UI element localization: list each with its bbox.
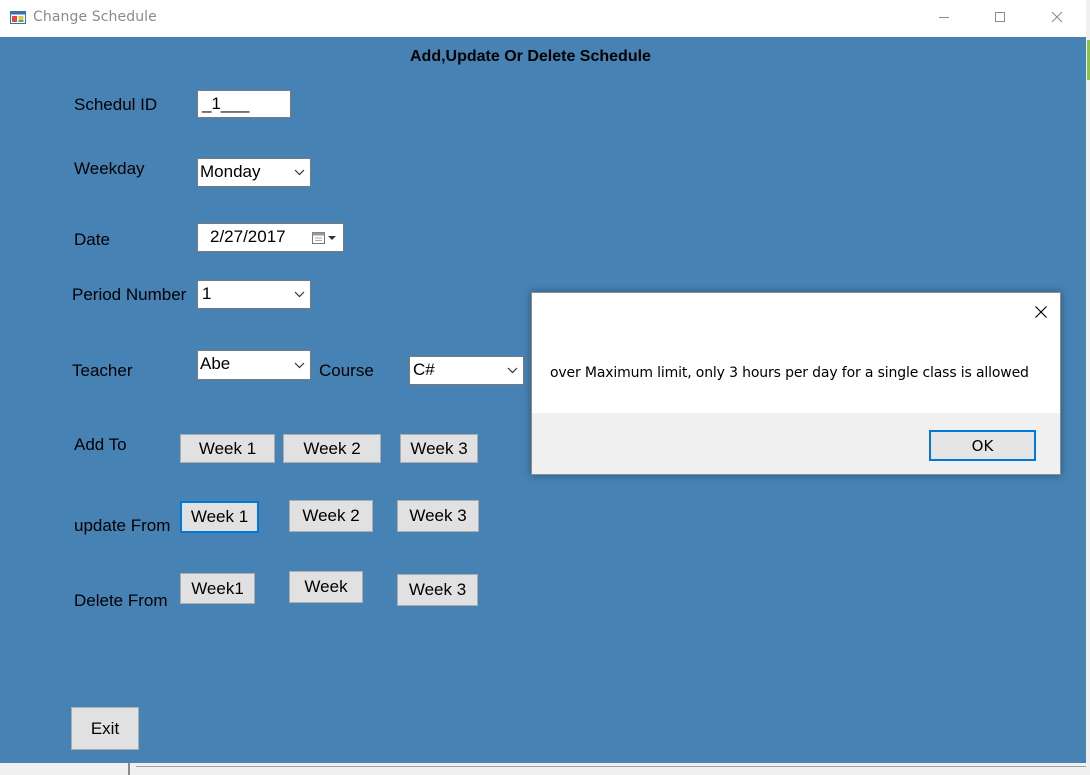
delete-from-label: Delete From [74, 591, 168, 610]
add-week-2-button[interactable]: Week 2 [283, 434, 381, 463]
backdrop-bottom-strip [0, 763, 1090, 775]
date-label: Date [74, 230, 110, 249]
app-icon [10, 9, 26, 25]
date-value: 2/27/2017 [210, 227, 286, 246]
weekday-select[interactable]: Monday [197, 158, 311, 187]
period-number-select[interactable]: 1 [197, 280, 311, 309]
weekday-label: Weekday [74, 159, 145, 178]
minimize-button[interactable] [916, 0, 972, 34]
course-value: C# [413, 360, 435, 379]
date-picker[interactable]: 2/27/2017 [197, 223, 344, 252]
dialog-close-button[interactable] [1031, 302, 1051, 322]
chevron-down-icon [292, 159, 306, 186]
delete-week-1-button[interactable]: Week1 [180, 573, 255, 604]
chevron-down-icon [505, 357, 519, 384]
period-number-value: 1 [202, 284, 212, 303]
course-select[interactable]: C# [409, 356, 524, 385]
add-to-label: Add To [74, 435, 127, 454]
chevron-down-icon [292, 351, 306, 379]
course-label: Course [319, 361, 374, 380]
close-icon [1035, 306, 1047, 318]
ok-button[interactable]: OK [929, 430, 1036, 461]
close-button[interactable] [1029, 0, 1085, 34]
window-title: Change Schedule [33, 9, 157, 25]
maximize-button[interactable] [972, 0, 1028, 34]
backdrop-border [136, 766, 1086, 767]
backdrop-divider [128, 763, 130, 775]
backdrop-right-strip [1086, 0, 1090, 775]
schedule-id-label: Schedul ID [74, 95, 158, 114]
update-week-3-button[interactable]: Week 3 [397, 500, 479, 532]
message-dialog: over Maximum limit, only 3 hours per day… [531, 292, 1061, 475]
form-heading: Add,Update Or Delete Schedule [410, 48, 651, 65]
title-bar: Change Schedule [0, 0, 1086, 36]
schedule-id-input[interactable]: _1___ [197, 90, 291, 118]
delete-week-3-button[interactable]: Week 3 [397, 574, 478, 606]
teacher-value: Abe [200, 354, 231, 373]
add-week-3-button[interactable]: Week 3 [400, 434, 478, 463]
weekday-value: Monday [200, 162, 261, 181]
update-week-1-button[interactable]: Week 1 [180, 501, 259, 533]
delete-week-2-button[interactable]: Week [289, 571, 363, 603]
dialog-message: over Maximum limit, only 3 hours per day… [550, 365, 1029, 381]
calendar-icon[interactable] [310, 224, 340, 251]
maximize-icon [995, 12, 1005, 22]
minimize-icon [939, 17, 949, 18]
update-from-label: update From [74, 516, 171, 535]
add-week-1-button[interactable]: Week 1 [180, 434, 275, 463]
chevron-down-icon [292, 281, 306, 308]
teacher-label: Teacher [72, 361, 133, 380]
teacher-select[interactable]: Abe [197, 350, 311, 380]
close-icon [1051, 11, 1063, 23]
update-week-2-button[interactable]: Week 2 [289, 500, 373, 532]
exit-button[interactable]: Exit [71, 707, 139, 750]
period-number-label: Period Number [72, 285, 187, 304]
